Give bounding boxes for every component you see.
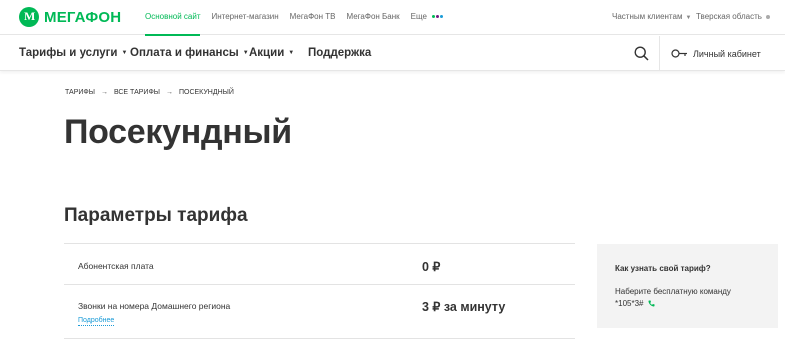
chevron-down-icon: ▼ — [121, 50, 128, 56]
nav-item-label: Тарифы и услуги — [19, 47, 118, 60]
logo[interactable]: M МЕГАФОН — [19, 7, 121, 27]
details-link[interactable]: Подробнее — [78, 316, 115, 326]
breadcrumb: Тарифы → Все тарифы → Посекундный — [65, 89, 234, 96]
param-value: 3 ₽ за минуту — [422, 300, 506, 314]
chevron-down-icon: ▼ — [288, 50, 295, 56]
section-title: Параметры тарифа — [64, 205, 248, 226]
nav-item-promos[interactable]: Акции ▼ — [249, 36, 294, 71]
param-row: Абонентская плата 0 ₽ — [64, 243, 575, 284]
personal-account-label: Личный кабинет — [693, 48, 761, 59]
key-icon — [671, 49, 687, 58]
nav-item-label: Акции — [249, 47, 285, 60]
chevron-down-icon: ▼ — [242, 50, 249, 56]
more-dots-icon — [432, 0, 444, 34]
info-box-title: Как узнать свой тариф? — [615, 264, 711, 273]
breadcrumb-item-current: Посекундный — [178, 89, 234, 96]
top-link-more[interactable]: Еще — [411, 0, 445, 35]
ussd-command[interactable]: *105*3# — [615, 299, 643, 308]
top-link-more-label: Еще — [410, 12, 427, 21]
nav-item-label: Поддержка — [308, 47, 372, 59]
tariff-info-box: Как узнать свой тариф? Наберите бесплатн… — [597, 244, 778, 328]
info-box-instruction: Наберите бесплатную команду — [615, 287, 731, 296]
nav-item-label: Оплата и финансы — [130, 47, 239, 60]
region-selector[interactable]: Тверская область — [696, 0, 770, 35]
top-link-bank[interactable]: МегаФон Банк — [346, 0, 399, 35]
nav-item-support[interactable]: Поддержка — [308, 36, 371, 71]
search-button[interactable] — [624, 36, 660, 71]
main-nav: Тарифы и услуги ▼ Оплата и финансы ▼ Акции… — [0, 36, 785, 71]
param-label: Звонки на номера Домашнего региона — [78, 301, 231, 311]
segment-label: Частным клиентам — [612, 12, 683, 21]
logo-text: МЕГАФОН — [44, 8, 122, 26]
tariff-params-table: Абонентская плата 0 ₽ Звонки на номера Д… — [64, 243, 575, 339]
param-value: 0 ₽ — [422, 260, 441, 274]
arrow-right-icon: → — [100, 89, 108, 96]
info-box-text: Наберите бесплатную команду *105*3# — [615, 286, 775, 310]
param-row: Звонки на номера Домашнего региона 3 ₽ з… — [64, 284, 575, 339]
page-title: Посекундный — [64, 113, 292, 151]
segment-selector[interactable]: Частным клиентам ▼ — [612, 0, 691, 35]
nav-item-payment[interactable]: Оплата и финансы ▼ — [130, 36, 249, 71]
chevron-down-icon: ▼ — [685, 15, 692, 21]
top-link-main-site[interactable]: Основной сайт — [145, 0, 201, 36]
search-icon — [634, 46, 649, 61]
phone-icon — [648, 300, 655, 307]
logo-icon: M — [19, 7, 39, 27]
nav-item-tariffs[interactable]: Тарифы и услуги ▼ — [19, 36, 127, 71]
top-links: Основной сайт Интернет-магазин МегаФон Т… — [145, 0, 455, 36]
breadcrumb-item-all-tariffs[interactable]: Все тарифы — [114, 89, 160, 96]
personal-account-link[interactable]: Личный кабинет — [671, 36, 761, 71]
top-bar: M МЕГАФОН Основной сайт Интернет-магазин… — [0, 0, 785, 36]
top-link-shop[interactable]: Интернет-магазин — [211, 0, 278, 35]
breadcrumb-item-tariffs[interactable]: Тарифы — [65, 89, 95, 96]
location-icon — [765, 14, 770, 19]
region-label: Тверская область — [696, 12, 762, 21]
arrow-right-icon: → — [165, 89, 173, 96]
top-link-tv[interactable]: МегаФон ТВ — [290, 0, 336, 35]
param-label: Абонентская плата — [78, 261, 154, 271]
